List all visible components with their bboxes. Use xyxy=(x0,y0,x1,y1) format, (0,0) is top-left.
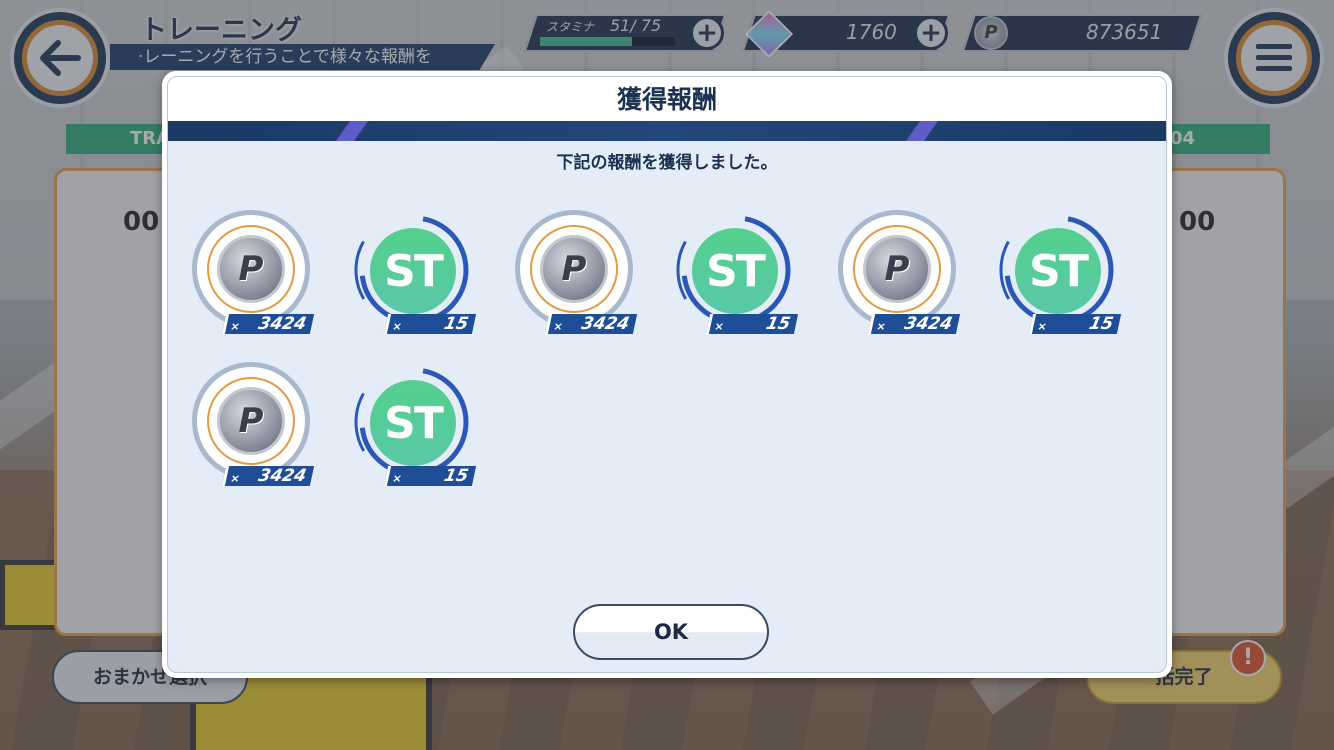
st-icon: ST xyxy=(370,380,456,466)
reward-quantity: × 15 xyxy=(1028,314,1122,334)
dialog-title: 獲得報酬 xyxy=(168,77,1166,121)
p-coin-frame: P xyxy=(192,210,310,328)
st-icon: ST xyxy=(1015,228,1101,314)
reward-quantity: × 3424 xyxy=(221,314,315,334)
p-coin-icon: P xyxy=(217,387,285,455)
band-decor xyxy=(905,121,939,141)
reward-quantity: × 3424 xyxy=(867,314,961,334)
reward-item: P × 3424 xyxy=(190,362,316,492)
dialog-message: 下記の報酬を獲得しました。 xyxy=(556,153,778,173)
reward-item: ST × 15 xyxy=(997,210,1123,340)
dialog-title-band xyxy=(168,121,1166,141)
reward-item: ST × 15 xyxy=(674,210,800,340)
reward-item: P × 3424 xyxy=(513,210,639,340)
reward-quantity: × 3424 xyxy=(221,466,315,486)
p-coin-frame: P xyxy=(515,210,633,328)
reward-dialog-body: 獲得報酬 下記の報酬を獲得しました。 P × 3424 ST × 15 P × … xyxy=(167,76,1167,673)
p-coin-frame: P xyxy=(838,210,956,328)
reward-item: ST × 15 xyxy=(352,362,478,492)
reward-quantity: × 15 xyxy=(705,314,799,334)
st-icon: ST xyxy=(370,228,456,314)
reward-quantity: × 3424 xyxy=(544,314,638,334)
reward-quantity: × 15 xyxy=(383,314,477,334)
reward-item: ST × 15 xyxy=(352,210,478,340)
ok-button[interactable]: OK xyxy=(573,604,769,660)
p-coin-icon: P xyxy=(540,235,608,303)
reward-dialog: 獲得報酬 下記の報酬を獲得しました。 P × 3424 ST × 15 P × … xyxy=(162,71,1172,678)
reward-quantity: × 15 xyxy=(383,466,477,486)
band-decor xyxy=(335,121,369,141)
reward-item: P × 3424 xyxy=(190,210,316,340)
p-coin-icon: P xyxy=(217,235,285,303)
p-coin-frame: P xyxy=(192,362,310,480)
p-coin-icon: P xyxy=(863,235,931,303)
reward-item: P × 3424 xyxy=(836,210,962,340)
st-icon: ST xyxy=(692,228,778,314)
